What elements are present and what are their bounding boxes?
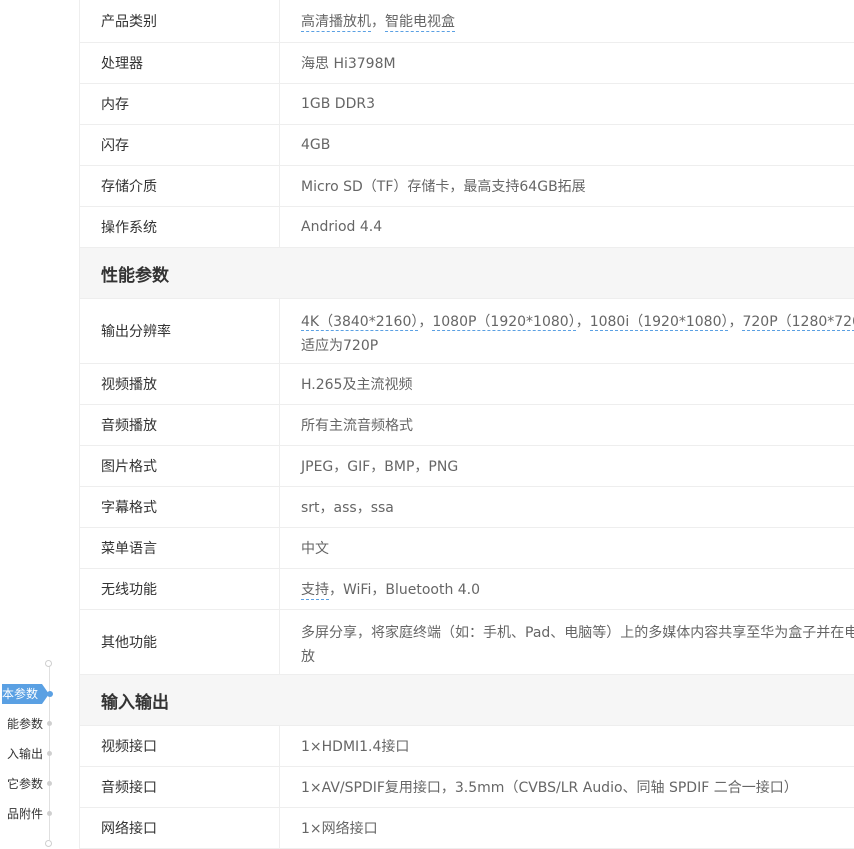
spec-value: Andriod 4.4: [301, 219, 383, 235]
wireless-details: ，WiFi，Bluetooth 4.0: [329, 582, 481, 598]
resolution-note: 适应为720P: [301, 338, 379, 354]
nav-item-label: 本参数: [1, 684, 50, 704]
spec-value: 多屏分享，将家庭终端（如：手机、Pad、电脑等）上的多媒体内容共享至华为盒子并在…: [280, 610, 854, 674]
nav-item-label: 品附件: [6, 807, 43, 821]
spec-row: 闪存 4GB: [80, 125, 854, 166]
spec-row: 图片格式 JPEG，GIF，BMP，PNG: [80, 446, 854, 487]
spec-key: 存储介质: [80, 166, 280, 206]
other-functions-line: 放: [301, 649, 315, 665]
spec-key: 其他功能: [80, 610, 280, 674]
separator: ，: [371, 14, 385, 30]
nav-item-io[interactable]: 入输出: [0, 744, 80, 764]
spec-value: 所有主流音频格式: [301, 418, 413, 434]
other-functions-line: 多屏分享，将家庭终端（如：手机、Pad、电脑等）上的多媒体内容共享至华为盒子并在…: [301, 625, 854, 641]
spec-row: 音频接口 1×AV/SPDIF复用接口，3.5mm（CVBS/LR Audio、…: [80, 767, 854, 808]
spec-key: 内存: [80, 84, 280, 124]
spec-value: 1×网络接口: [301, 821, 378, 837]
spec-key: 音频播放: [80, 405, 280, 445]
separator: ，: [575, 314, 590, 330]
spec-value: 4K（3840*2160），1080P（1920*1080），1080i（192…: [280, 299, 854, 363]
spec-key: 菜单语言: [80, 528, 280, 568]
nav-dot-icon: [47, 751, 52, 756]
spec-value: JPEG，GIF，BMP，PNG: [301, 459, 459, 475]
spec-value: 支持 ，WiFi，Bluetooth 4.0: [280, 569, 854, 609]
spec-value: 海思 Hi3798M: [301, 56, 396, 72]
spec-row: 内存 1GB DDR3: [80, 84, 854, 125]
spec-row: 菜单语言 中文: [80, 528, 854, 569]
nav-timeline-end-icon: [45, 840, 52, 847]
spec-key: 产品类别: [80, 0, 280, 42]
category-link[interactable]: 智能电视盒: [385, 11, 455, 32]
spec-row-category: 产品类别 高清播放机 ， 智能电视盒: [80, 0, 854, 43]
spec-key: 网络接口: [80, 808, 280, 848]
spec-row-resolution: 输出分辨率 4K（3840*2160），1080P（1920*1080），108…: [80, 299, 854, 364]
resolution-link[interactable]: 1080i（1920*1080）: [589, 314, 729, 331]
spec-key: 输出分辨率: [80, 299, 280, 363]
spec-value: Micro SD（TF）存储卡，最高支持64GB拓展: [301, 179, 586, 195]
resolution-links: 4K（3840*2160），1080P（1920*1080），1080i（192…: [301, 310, 854, 334]
resolution-link[interactable]: 4K（3840*2160）: [301, 314, 419, 331]
spec-value: srt，ass，ssa: [301, 500, 394, 516]
spec-value: 1×HDMI1.4接口: [301, 739, 410, 755]
nav-dot-icon: [47, 691, 53, 697]
section-title-io: 输入输出: [80, 675, 854, 726]
nav-dot-icon: [47, 811, 52, 816]
section-title-performance: 性能参数: [80, 248, 854, 299]
nav-timeline-start-icon: [45, 660, 52, 667]
spec-row: 字幕格式 srt，ass，ssa: [80, 487, 854, 528]
spec-key: 视频播放: [80, 364, 280, 404]
spec-value: 高清播放机 ， 智能电视盒: [280, 0, 854, 42]
nav-item-performance[interactable]: 能参数: [0, 714, 80, 734]
spec-row: 音频播放 所有主流音频格式: [80, 405, 854, 446]
spec-row: 视频接口 1×HDMI1.4接口: [80, 726, 854, 767]
spec-value: 中文: [301, 541, 329, 557]
spec-key: 图片格式: [80, 446, 280, 486]
spec-key: 无线功能: [80, 569, 280, 609]
spec-row: 网络接口 1×网络接口: [80, 808, 854, 849]
spec-value: 1GB DDR3: [301, 96, 376, 112]
spec-row: 处理器 海思 Hi3798M: [80, 43, 854, 84]
spec-key: 字幕格式: [80, 487, 280, 527]
category-link[interactable]: 高清播放机: [301, 11, 371, 32]
wireless-support-link[interactable]: 支持: [301, 579, 329, 600]
spec-table: 产品类别 高清播放机 ， 智能电视盒 处理器 海思 Hi3798M 内存 1GB…: [79, 0, 854, 849]
nav-item-label: 它参数: [6, 777, 43, 791]
nav-item-label: 能参数: [6, 717, 43, 731]
spec-row-other-functions: 其他功能 多屏分享，将家庭终端（如：手机、Pad、电脑等）上的多媒体内容共享至华…: [80, 610, 854, 675]
spec-row: 操作系统 Andriod 4.4: [80, 207, 854, 248]
nav-item-basic-params[interactable]: 本参数: [0, 684, 80, 704]
nav-item-accessories[interactable]: 品附件: [0, 804, 80, 824]
spec-value: 4GB: [301, 137, 331, 153]
spec-row: 存储介质 Micro SD（TF）存储卡，最高支持64GB拓展: [80, 166, 854, 207]
nav-dot-icon: [47, 721, 52, 726]
spec-key: 操作系统: [80, 207, 280, 247]
spec-value: H.265及主流视频: [301, 377, 413, 393]
separator: ，: [728, 314, 743, 330]
side-nav: 本参数 能参数 入输出 它参数 品附件: [0, 0, 80, 849]
separator: ，: [418, 314, 433, 330]
spec-row: 视频播放 H.265及主流视频: [80, 364, 854, 405]
spec-key: 闪存: [80, 125, 280, 165]
nav-dot-icon: [47, 781, 52, 786]
resolution-link[interactable]: 720P（1280*720）: [742, 314, 854, 331]
spec-value: 1×AV/SPDIF复用接口，3.5mm（CVBS/LR Audio、同轴 SP…: [301, 780, 798, 796]
spec-key: 视频接口: [80, 726, 280, 766]
nav-item-label: 入输出: [6, 747, 43, 761]
spec-row-wireless: 无线功能 支持 ，WiFi，Bluetooth 4.0: [80, 569, 854, 610]
resolution-link[interactable]: 1080P（1920*1080）: [432, 314, 576, 331]
nav-item-other[interactable]: 它参数: [0, 774, 80, 794]
spec-key: 音频接口: [80, 767, 280, 807]
spec-key: 处理器: [80, 43, 280, 83]
